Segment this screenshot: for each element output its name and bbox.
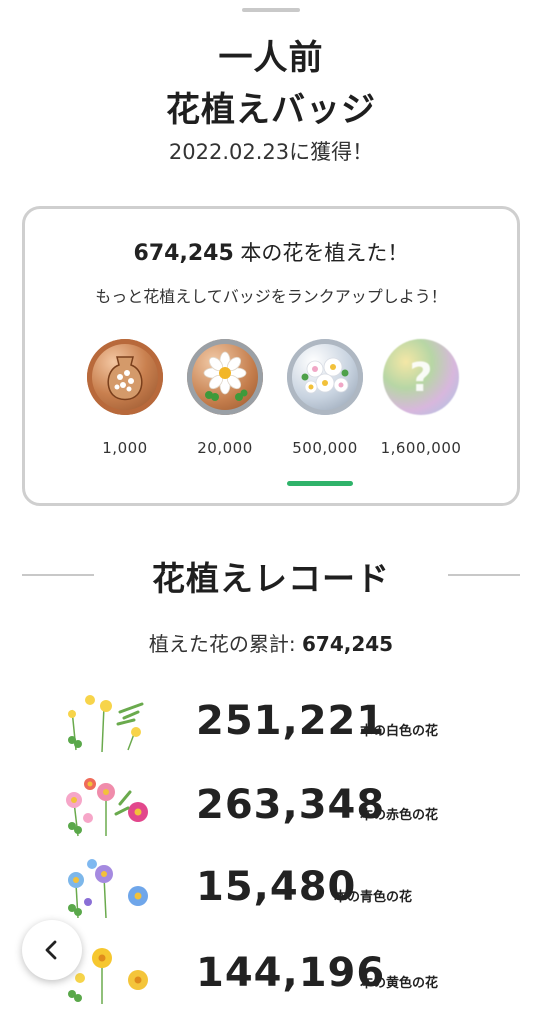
record-title: 花植えレコード xyxy=(152,559,390,598)
planted-summary: 674,245 本の花を植えた！ xyxy=(25,237,517,267)
white-count: 251,221 xyxy=(196,698,386,744)
record-row-blue: 15,480 本の青色の花 xyxy=(0,856,542,946)
record-row-red: 263,348 本の赤色の花 xyxy=(0,774,542,864)
badge-card: 674,245 本の花を植えた！ もっと花植えしてバッジをランクアップしよう！ … xyxy=(22,206,520,506)
planted-count: 674,245 xyxy=(133,241,234,266)
white-label: 本の白色の花 xyxy=(360,724,439,739)
white-flowers-icon xyxy=(68,695,144,753)
page-title-line2: 花植えバッジ xyxy=(166,90,376,130)
badge-label-2: 20,000 xyxy=(197,439,253,457)
locked-mystery-badge-icon[interactable]: ? xyxy=(383,339,459,415)
drag-handle[interactable] xyxy=(242,8,300,12)
chevron-left-icon xyxy=(45,940,57,960)
planted-suffix: 本の花を植えた！ xyxy=(233,241,409,265)
badge-label-4: 1,600,000 xyxy=(380,439,462,457)
acquired-date: 2022.02.23に獲得！ xyxy=(168,140,374,164)
record-row-white: 251,221 本の白色の花 xyxy=(0,690,542,780)
total-label: 植えた花の累計: xyxy=(148,632,302,656)
back-button[interactable] xyxy=(22,920,82,980)
yellow-label: 本の黄色の花 xyxy=(360,976,439,991)
bronze-vase-badge-icon[interactable] xyxy=(87,339,163,415)
total-value: 674,245 xyxy=(302,632,394,656)
silver-flowers-badge-icon[interactable] xyxy=(287,339,363,415)
divider-right xyxy=(448,574,520,576)
selected-badge-indicator xyxy=(287,481,353,486)
blue-flowers-icon xyxy=(68,859,148,919)
svg-text:?: ? xyxy=(409,355,432,401)
blue-count: 15,480 xyxy=(196,864,357,910)
total-planted: 植えた花の累計: 674,245 xyxy=(0,628,542,657)
red-count: 263,348 xyxy=(196,782,386,828)
bronze-daisy-badge-icon[interactable] xyxy=(187,339,263,415)
red-flowers-icon xyxy=(66,778,148,837)
yellow-count: 144,196 xyxy=(196,950,386,996)
page-title-line1: 一人前 xyxy=(218,38,324,78)
rank-up-message: もっと花植えしてバッジをランクアップしよう！ xyxy=(95,287,447,306)
badge-label-3: 500,000 xyxy=(292,439,358,457)
badge-label-1: 1,000 xyxy=(102,439,148,457)
blue-label: 本の青色の花 xyxy=(334,890,413,905)
red-label: 本の赤色の花 xyxy=(360,808,439,823)
